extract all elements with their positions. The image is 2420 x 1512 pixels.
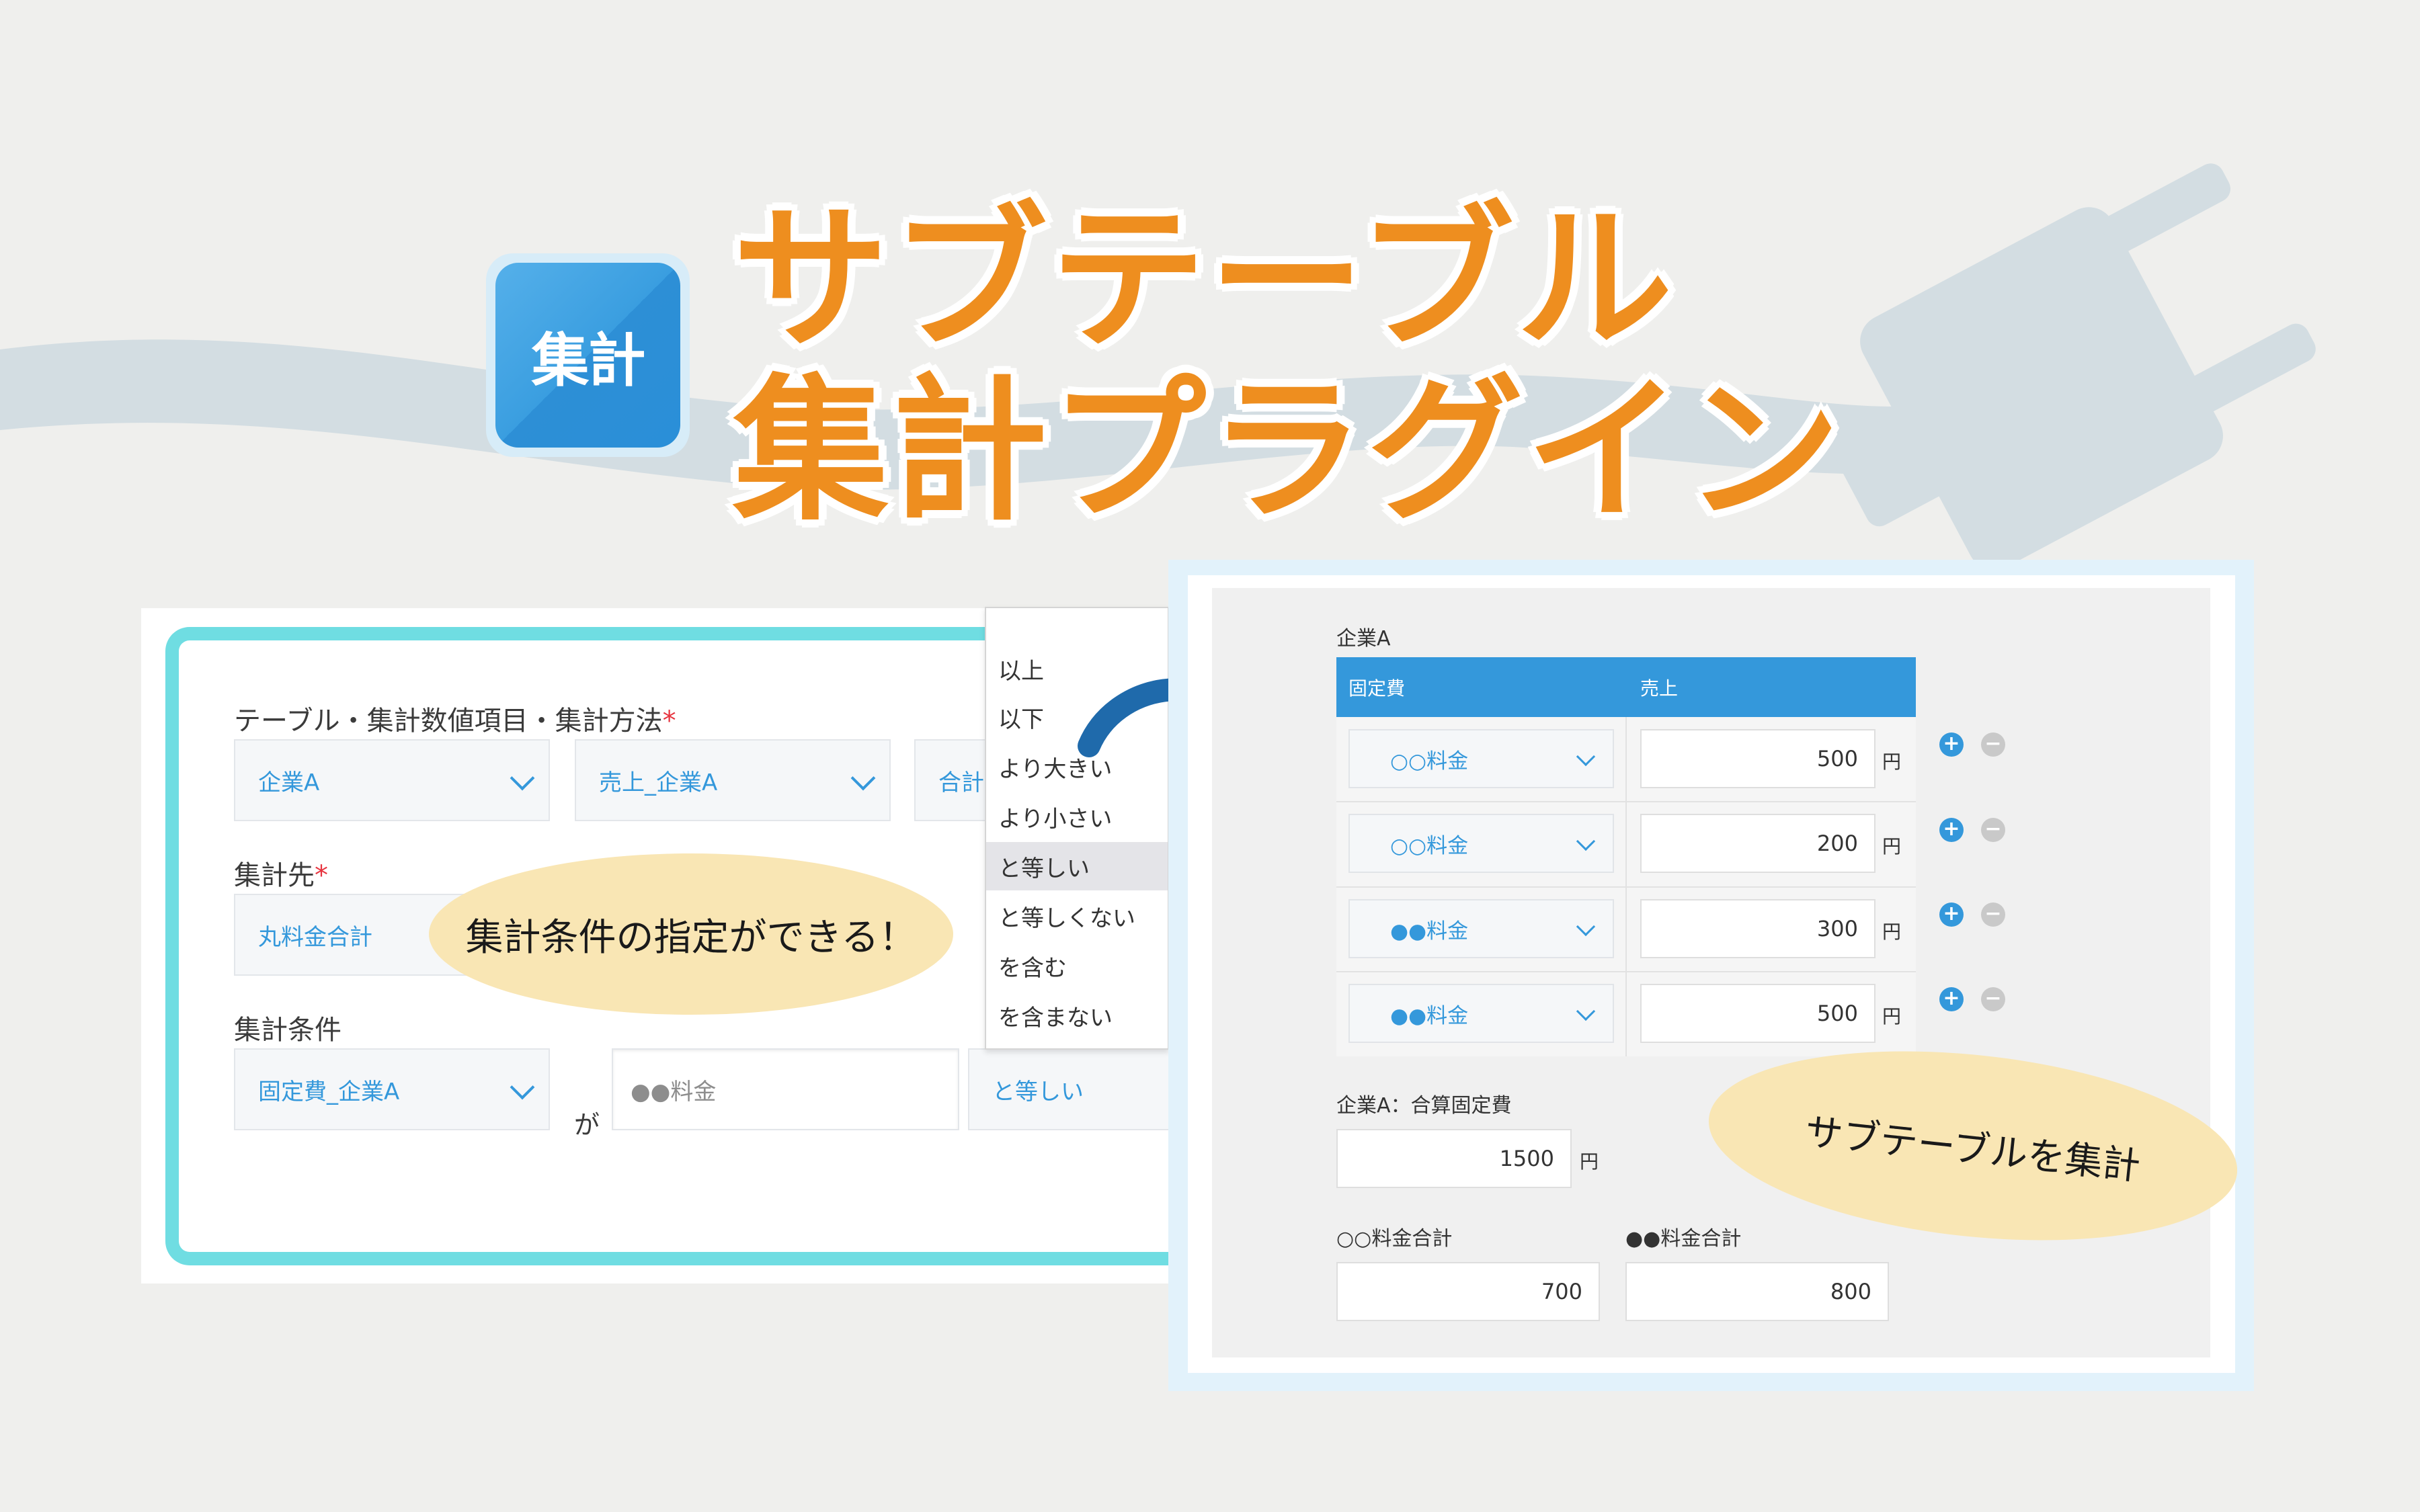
unit-label: 円: [1882, 751, 1902, 773]
chevron-down-icon: [1576, 831, 1596, 851]
remove-row-button[interactable]: −: [1981, 818, 2005, 842]
dropdown-item[interactable]: と等しくない: [986, 892, 1168, 940]
required-mark: *: [662, 706, 676, 737]
row-sales-input[interactable]: 500: [1640, 729, 1876, 788]
total-b-label: ●●料金合計: [1625, 1227, 1742, 1251]
sum-fixed-field: 1500: [1336, 1129, 1572, 1188]
row-sales-input[interactable]: 200: [1640, 814, 1876, 873]
chevron-down-icon: [1576, 917, 1596, 937]
condition-operator-select[interactable]: と等しい: [968, 1048, 1170, 1130]
table-select[interactable]: 企業A: [234, 739, 550, 821]
dropdown-item[interactable]: を含む: [986, 941, 1168, 990]
chevron-down-icon: [510, 765, 535, 791]
add-row-button[interactable]: +: [1939, 818, 1964, 842]
add-row-button[interactable]: +: [1939, 987, 1964, 1011]
remove-row-button[interactable]: −: [1981, 902, 2005, 927]
required-mark: *: [315, 860, 328, 891]
callout-bubble-left: 集計条件の指定ができる！: [429, 853, 953, 1015]
table-field-label: テーブル・集計数値項目・集計方法*: [234, 706, 676, 737]
row-fee-select[interactable]: ○○料金: [1348, 814, 1614, 873]
add-row-button[interactable]: +: [1939, 902, 1964, 927]
chevron-down-icon: [510, 1075, 535, 1100]
condition-label: 集計条件: [234, 1015, 341, 1046]
dropdown-item[interactable]: より小さい: [986, 792, 1168, 841]
total-b-field: 800: [1625, 1262, 1889, 1321]
app-icon: 集計: [486, 253, 690, 457]
unit-label: 円: [1882, 921, 1902, 943]
sum-fixed-label: 企業A：合算固定費: [1336, 1094, 1512, 1118]
condition-value-input[interactable]: ●●料金: [612, 1048, 959, 1130]
dropdown-item-selected[interactable]: と等しい: [986, 842, 1168, 890]
chevron-down-icon: [1576, 747, 1596, 767]
row-sales-input[interactable]: 500: [1640, 984, 1876, 1043]
row-fee-select[interactable]: ●●料金: [1348, 984, 1614, 1043]
total-a-label: ○○料金合計: [1336, 1227, 1453, 1251]
title-line-1: サブテーブル: [733, 189, 1676, 370]
column-header-fixed-cost: 固定費: [1348, 677, 1406, 700]
remove-row-button[interactable]: −: [1981, 732, 2005, 757]
ga-particle: が: [574, 1110, 600, 1140]
condition-field-select[interactable]: 固定費_企業A: [234, 1048, 550, 1130]
subtable-header: 固定費 売上: [1336, 657, 1916, 717]
row-fee-select[interactable]: ○○料金: [1348, 729, 1614, 788]
add-row-button[interactable]: +: [1939, 732, 1964, 757]
remove-row-button[interactable]: −: [1981, 987, 2005, 1011]
unit-label: 円: [1882, 835, 1902, 857]
chevron-down-icon: [850, 765, 876, 791]
dropdown-item[interactable]: を含まない: [986, 991, 1168, 1040]
method-select[interactable]: 合計: [914, 739, 995, 821]
row-sales-input[interactable]: 300: [1640, 899, 1876, 958]
plug-icon: [1834, 163, 2316, 571]
unit-label: 円: [1882, 1005, 1902, 1027]
unit-label: 円: [1580, 1150, 1599, 1173]
target-field-label: 集計先*: [234, 860, 328, 891]
value-field-select[interactable]: 売上_企業A: [575, 739, 891, 821]
column-header-sales: 売上: [1640, 677, 1679, 700]
chevron-down-icon: [1576, 1001, 1596, 1021]
app-icon-label: 集計: [495, 263, 680, 448]
row-fee-select[interactable]: ●●料金: [1348, 899, 1614, 958]
subtable-title: 企業A: [1336, 627, 1391, 650]
total-a-field: 700: [1336, 1262, 1600, 1321]
title-line-2: 集計プラグイン: [733, 360, 1844, 542]
